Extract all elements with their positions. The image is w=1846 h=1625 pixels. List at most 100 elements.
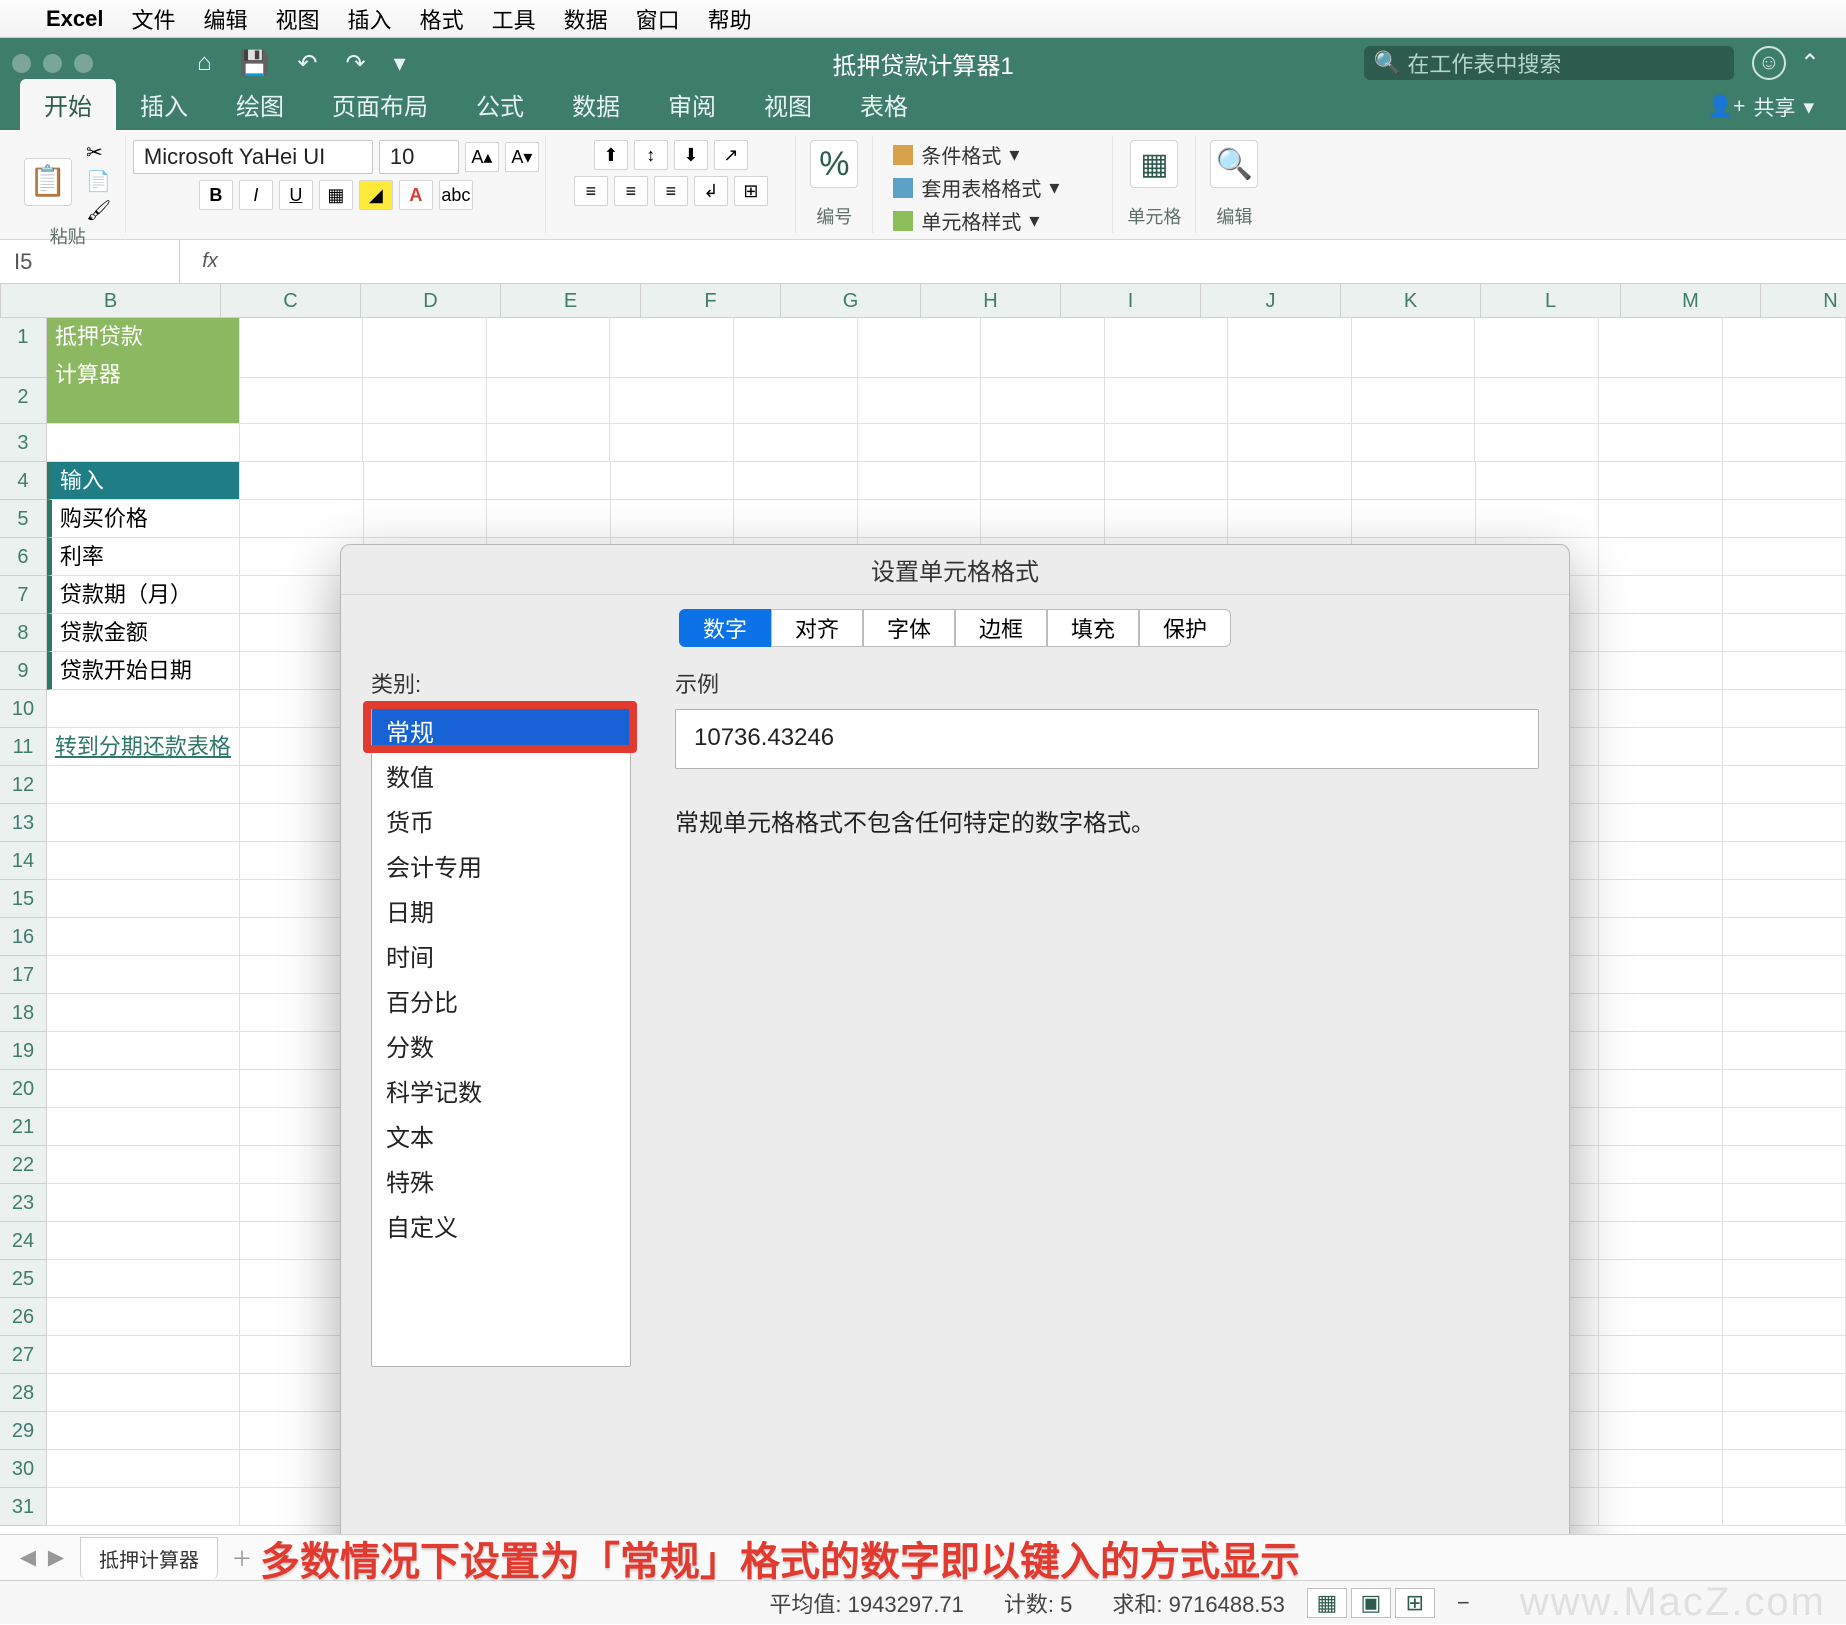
- dialog-tab-number[interactable]: 数字: [679, 609, 771, 647]
- row-header[interactable]: 3: [0, 424, 47, 462]
- cell[interactable]: [1352, 318, 1476, 378]
- close-icon[interactable]: [12, 54, 31, 73]
- cell[interactable]: [1599, 500, 1723, 538]
- percent-icon[interactable]: %: [810, 140, 858, 188]
- cell[interactable]: [1599, 1070, 1723, 1108]
- input-label[interactable]: 利率: [47, 538, 240, 576]
- cell[interactable]: [1475, 318, 1599, 378]
- section-header[interactable]: 输入: [47, 462, 240, 500]
- fx-icon[interactable]: fx: [180, 250, 240, 273]
- decrease-font-icon[interactable]: A▾: [505, 142, 539, 172]
- row-header[interactable]: 31: [0, 1488, 47, 1526]
- menu-window[interactable]: 窗口: [636, 3, 680, 35]
- goto-schedule-link[interactable]: 转到分期还款表格: [47, 728, 240, 766]
- bold-button[interactable]: B: [199, 180, 233, 210]
- cell[interactable]: [240, 424, 364, 462]
- cell[interactable]: [1476, 462, 1600, 500]
- cell[interactable]: [364, 500, 488, 538]
- cell[interactable]: [363, 424, 487, 462]
- row-header[interactable]: 28: [0, 1374, 47, 1412]
- align-center-icon[interactable]: ≡: [614, 176, 648, 206]
- cell[interactable]: [47, 994, 240, 1032]
- menu-tools[interactable]: 工具: [492, 3, 536, 35]
- tab-review[interactable]: 审阅: [644, 79, 740, 130]
- cell[interactable]: [47, 690, 240, 728]
- cell[interactable]: [1599, 614, 1723, 652]
- cell[interactable]: [1723, 576, 1846, 614]
- page-break-view-icon[interactable]: ⊞: [1395, 1588, 1435, 1618]
- cell[interactable]: [734, 462, 858, 500]
- column-header-J[interactable]: J: [1201, 284, 1341, 318]
- cell[interactable]: [1599, 1298, 1723, 1336]
- align-right-icon[interactable]: ≡: [654, 176, 688, 206]
- cell[interactable]: [734, 500, 858, 538]
- cell[interactable]: [1599, 956, 1723, 994]
- cut-icon[interactable]: ✂: [86, 140, 111, 165]
- row-header[interactable]: 2: [0, 378, 47, 424]
- cell[interactable]: [1723, 880, 1846, 918]
- cell[interactable]: [1352, 462, 1476, 500]
- tab-formulas[interactable]: 公式: [452, 79, 548, 130]
- sheet-tab[interactable]: 抵押计算器: [80, 1537, 218, 1579]
- cell[interactable]: [487, 378, 611, 424]
- cell[interactable]: [240, 500, 364, 538]
- cell[interactable]: [363, 378, 487, 424]
- save-icon[interactable]: 💾: [240, 49, 270, 78]
- row-header[interactable]: 5: [0, 500, 47, 538]
- row-header[interactable]: 14: [0, 842, 47, 880]
- cell[interactable]: [47, 842, 240, 880]
- row-header[interactable]: 8: [0, 614, 47, 652]
- cell[interactable]: [47, 1260, 240, 1298]
- cell[interactable]: [1599, 1450, 1723, 1488]
- cell[interactable]: [1723, 994, 1846, 1032]
- cell[interactable]: [1599, 1336, 1723, 1374]
- cell[interactable]: [1723, 690, 1846, 728]
- phonetic-button[interactable]: abc: [439, 180, 473, 210]
- cell[interactable]: [47, 1070, 240, 1108]
- column-header-E[interactable]: E: [501, 284, 641, 318]
- row-header[interactable]: 19: [0, 1032, 47, 1070]
- home-icon[interactable]: ⌂: [197, 49, 212, 77]
- cell[interactable]: [1599, 1374, 1723, 1412]
- cell[interactable]: [1599, 1222, 1723, 1260]
- row-header[interactable]: 6: [0, 538, 47, 576]
- cell[interactable]: [1599, 652, 1723, 690]
- cell[interactable]: [363, 318, 487, 378]
- cell[interactable]: [1105, 462, 1229, 500]
- cell[interactable]: [1723, 1412, 1846, 1450]
- cell[interactable]: [1105, 424, 1229, 462]
- increase-font-icon[interactable]: A▴: [465, 142, 499, 172]
- cell[interactable]: [47, 956, 240, 994]
- row-header[interactable]: 25: [0, 1260, 47, 1298]
- cell[interactable]: [1228, 462, 1352, 500]
- cell[interactable]: [1723, 1298, 1846, 1336]
- cell[interactable]: [47, 1222, 240, 1260]
- align-bottom-icon[interactable]: ⬇: [674, 140, 708, 170]
- row-header[interactable]: 9: [0, 652, 47, 690]
- menu-data[interactable]: 数据: [564, 3, 608, 35]
- cell[interactable]: [1723, 538, 1846, 576]
- menu-edit[interactable]: 编辑: [204, 3, 248, 35]
- column-header-L[interactable]: L: [1481, 284, 1621, 318]
- dialog-tab-font[interactable]: 字体: [863, 609, 955, 647]
- tab-home[interactable]: 开始: [20, 79, 116, 130]
- cell[interactable]: [47, 1032, 240, 1070]
- menu-file[interactable]: 文件: [132, 3, 176, 35]
- cells-button[interactable]: ▦: [1130, 140, 1178, 188]
- cell[interactable]: [1723, 804, 1846, 842]
- cell[interactable]: [1599, 766, 1723, 804]
- column-header-C[interactable]: C: [221, 284, 361, 318]
- tab-table[interactable]: 表格: [836, 79, 932, 130]
- row-header[interactable]: 20: [0, 1070, 47, 1108]
- row-header[interactable]: 27: [0, 1336, 47, 1374]
- cell[interactable]: [47, 424, 240, 462]
- font-color-button[interactable]: A: [399, 180, 433, 210]
- cell[interactable]: [1723, 728, 1846, 766]
- menu-format[interactable]: 格式: [420, 3, 464, 35]
- format-painter-icon[interactable]: 🖌: [86, 198, 111, 223]
- cell[interactable]: [1723, 1070, 1846, 1108]
- column-header-B[interactable]: B: [1, 284, 221, 318]
- cell[interactable]: [47, 1336, 240, 1374]
- cell[interactable]: [1723, 424, 1846, 462]
- row-header[interactable]: 17: [0, 956, 47, 994]
